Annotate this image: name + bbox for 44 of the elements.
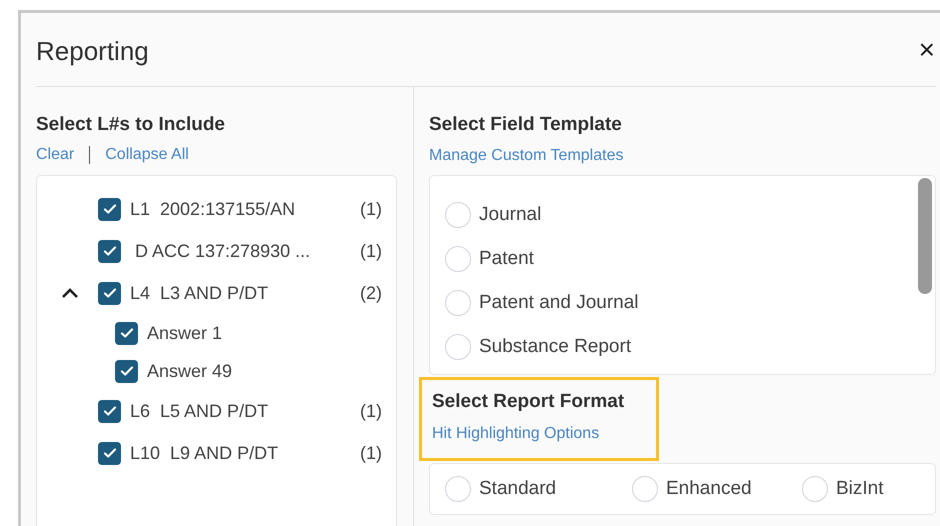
checkbox[interactable]: [98, 400, 121, 422]
caret-icon[interactable]: [60, 287, 80, 299]
item-count: (1): [360, 400, 382, 423]
option-label: Standard: [479, 476, 556, 501]
section-heading: Select Report Format: [432, 390, 626, 414]
clear-link[interactable]: Clear: [36, 143, 74, 167]
close-button[interactable]: ×: [918, 36, 936, 64]
item-count: (1): [360, 198, 382, 221]
item-label: L10 L9 AND P/DT: [130, 442, 280, 464]
scrollbar[interactable]: [918, 178, 932, 294]
item-count: (1): [360, 442, 382, 465]
checkbox[interactable]: [98, 442, 121, 464]
checkbox[interactable]: [115, 360, 138, 382]
option-label: Enhanced: [666, 476, 752, 501]
radio-button[interactable]: [632, 476, 658, 502]
item-label: L6 L5 AND P/DT: [130, 400, 270, 422]
radio-button[interactable]: [445, 334, 471, 360]
radio-button[interactable]: [802, 476, 828, 502]
checkbox[interactable]: [98, 240, 121, 262]
radio-button[interactable]: [445, 202, 471, 228]
item-label: L4 L3 AND P/DT: [130, 282, 270, 304]
radio-button[interactable]: [445, 476, 471, 502]
item-label: D ACC 137:278930 ...: [134, 240, 312, 262]
manage-templates-link[interactable]: Manage Custom Templates: [429, 147, 624, 164]
item-label: Answer 1: [147, 322, 222, 344]
item-label: Answer 49: [147, 360, 232, 382]
checkbox[interactable]: [98, 198, 121, 220]
item-label: L1 2002:137155/AN: [130, 198, 296, 220]
option-label: Patent: [479, 246, 534, 271]
checkbox[interactable]: [98, 282, 121, 304]
collapse-all-link[interactable]: Collapse All: [105, 143, 189, 167]
item-count: (1): [360, 240, 382, 263]
option-label: BizInt: [836, 476, 884, 501]
radio-button[interactable]: [445, 290, 471, 316]
option-label: Journal: [479, 202, 542, 227]
option-label: Substance Report: [479, 334, 632, 359]
dialog-title: Reporting: [36, 35, 149, 68]
section-heading: Select Field Template: [429, 113, 623, 137]
checkbox[interactable]: [115, 322, 138, 344]
radio-button[interactable]: [445, 246, 471, 272]
section-heading: Select L#s to Include: [36, 113, 226, 137]
hit-highlighting-link[interactable]: Hit Highlighting Options: [432, 425, 600, 442]
item-count: (2): [360, 282, 382, 305]
option-label: Patent and Journal: [479, 290, 639, 315]
